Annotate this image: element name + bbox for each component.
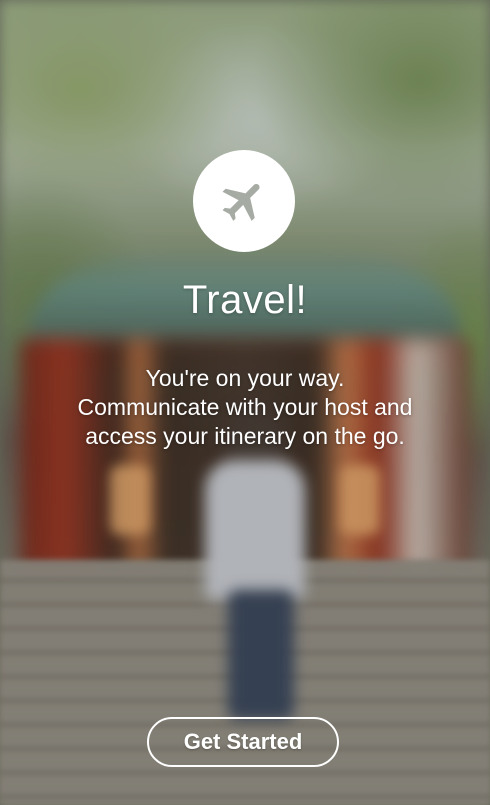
description-line: You're on your way. xyxy=(145,365,345,391)
description-line: access your itinerary on the go. xyxy=(85,423,405,449)
page-title: Travel! xyxy=(182,278,308,322)
airplane-icon-badge xyxy=(193,150,295,252)
onboarding-content: Travel! You're on your way. Communicate … xyxy=(0,0,490,805)
description: You're on your way. Communicate with you… xyxy=(30,364,460,451)
airplane-icon xyxy=(222,183,260,221)
description-line: Communicate with your host and xyxy=(77,394,413,420)
onboarding-screen: Travel! You're on your way. Communicate … xyxy=(0,0,490,805)
get-started-button[interactable]: Get Started xyxy=(147,717,339,767)
